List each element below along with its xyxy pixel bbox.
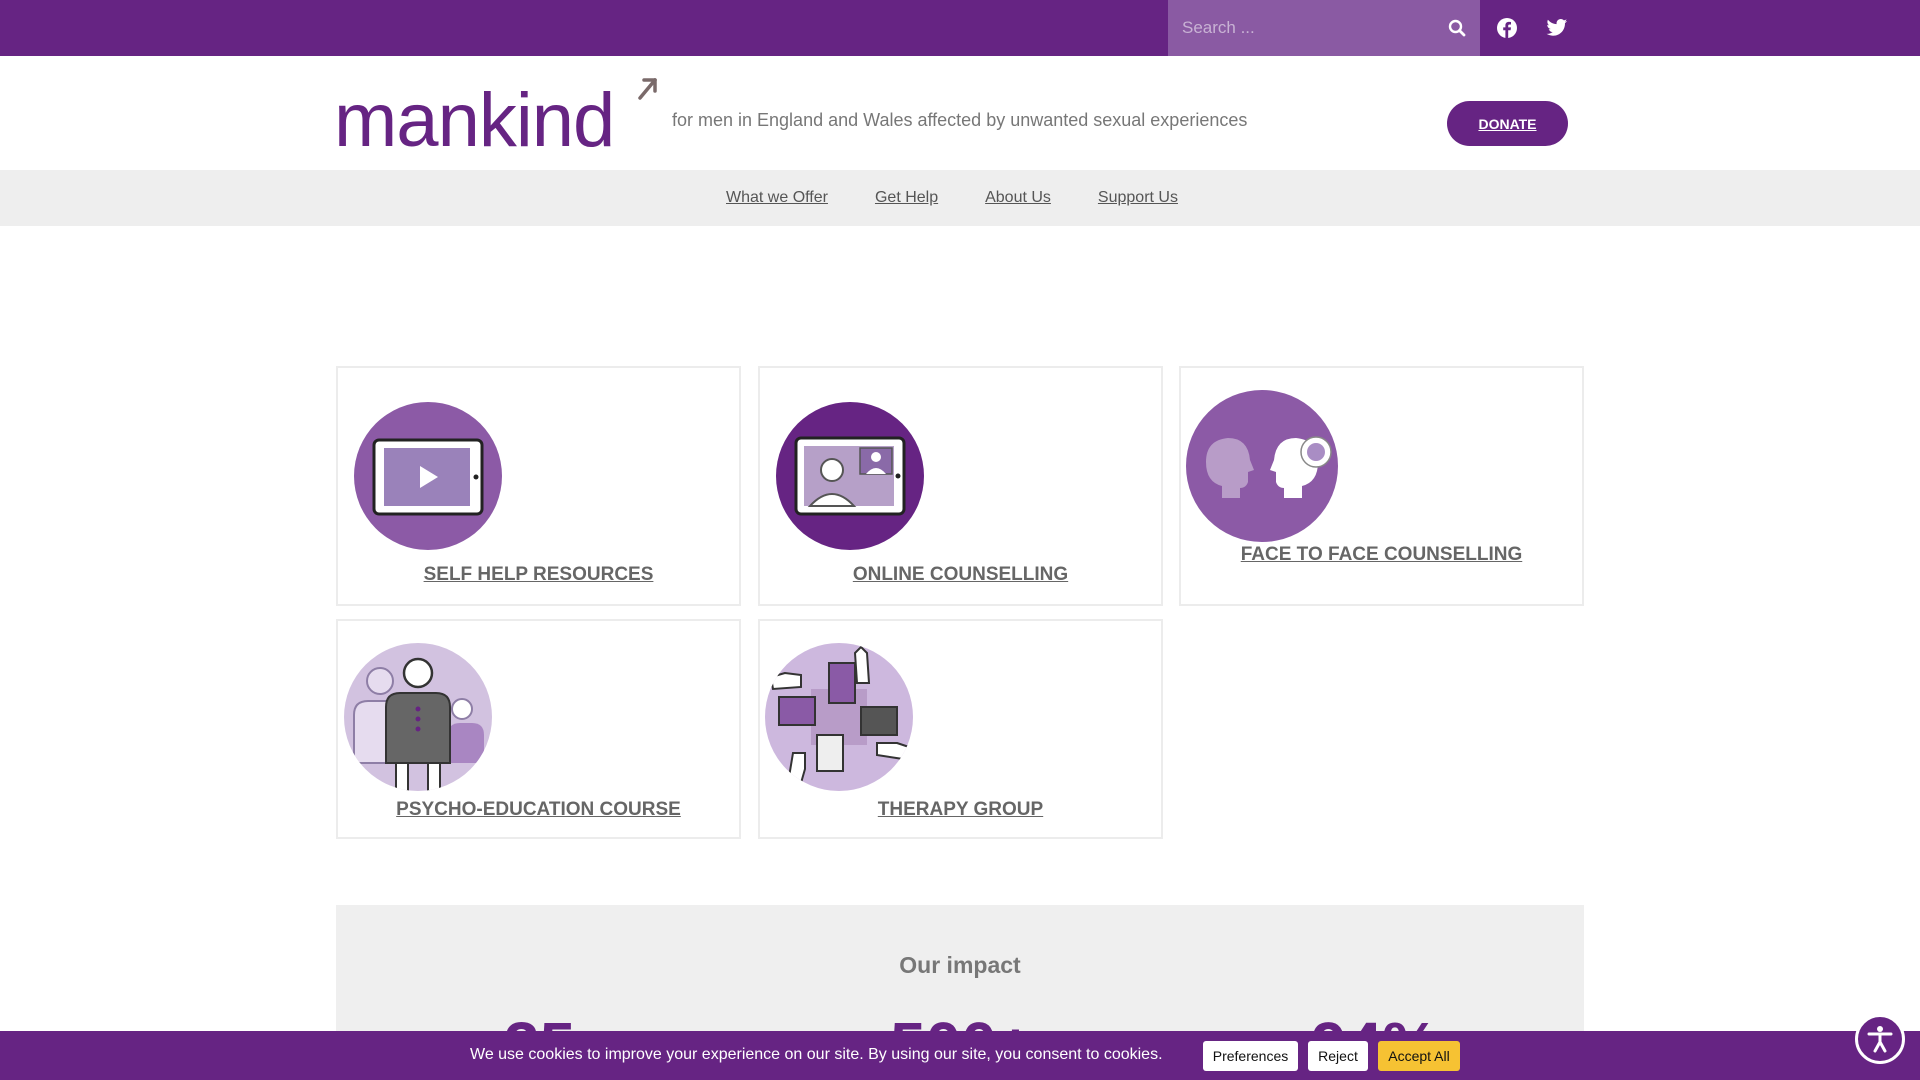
video-tablet-icon: [354, 402, 502, 550]
site-tagline: for men in England and Wales affected by…: [672, 110, 1248, 130]
nav-item-what-we-offer[interactable]: What we Offer: [726, 189, 828, 207]
search-icon: [1448, 19, 1466, 37]
service-card-self-help[interactable]: SELF HELP RESOURCES: [336, 366, 741, 606]
video-call-icon: [776, 402, 924, 550]
search-button[interactable]: [1434, 0, 1480, 56]
donate-button[interactable]: DONATE: [1447, 101, 1568, 146]
service-label: SELF HELP RESOURCES: [423, 564, 654, 585]
service-label: THERAPY GROUP: [877, 799, 1044, 820]
cookie-accept-button[interactable]: Accept All: [1378, 1041, 1460, 1071]
search-box: [1168, 0, 1480, 56]
nav-items: What we Offer Get Help About Us Support …: [726, 170, 1225, 226]
group-people-icon: [344, 643, 492, 791]
service-card-online-counselling[interactable]: ONLINE COUNSELLING: [758, 366, 1163, 606]
page: mankind for men in England and Wales aff…: [0, 0, 1920, 1080]
nav-item-about-us[interactable]: About Us: [985, 189, 1051, 207]
service-card-face-to-face[interactable]: FACE TO FACE COUNSELLING: [1179, 366, 1584, 606]
nav-item-support-us[interactable]: Support Us: [1098, 189, 1178, 207]
cookie-reject-button[interactable]: Reject: [1308, 1041, 1368, 1071]
main-nav: What we Offer Get Help About Us Support …: [0, 170, 1920, 226]
mankind-logo[interactable]: mankind: [334, 76, 660, 154]
facebook-link[interactable]: [1493, 14, 1521, 42]
twitter-link[interactable]: [1543, 14, 1571, 42]
service-label: PSYCHO-EDUCATION COURSE: [396, 799, 681, 820]
accessibility-button[interactable]: [1855, 1014, 1905, 1064]
service-label: FACE TO FACE COUNSELLING: [1240, 544, 1523, 565]
service-label: ONLINE COUNSELLING: [852, 564, 1069, 585]
twitter-icon: [1546, 19, 1568, 36]
site-header: mankind for men in England and Wales aff…: [0, 56, 1920, 170]
top-bar: [0, 0, 1920, 56]
cookie-preferences-button[interactable]: Preferences: [1203, 1041, 1298, 1071]
cookie-banner: We use cookies to improve your experienc…: [0, 1031, 1920, 1080]
service-card-psycho-education[interactable]: PSYCHO-EDUCATION COURSE: [336, 619, 741, 839]
impact-title: Our impact: [899, 952, 1021, 978]
nav-item-get-help[interactable]: Get Help: [875, 189, 938, 207]
svg-text:mankind: mankind: [334, 78, 614, 154]
linked-hands-icon: [765, 643, 913, 791]
accessibility-icon: [1867, 1026, 1893, 1053]
facebook-icon: [1497, 18, 1517, 38]
service-card-therapy-group[interactable]: THERAPY GROUP: [758, 619, 1163, 839]
two-heads-icon: [1186, 390, 1338, 542]
cookie-message: We use cookies to improve your experienc…: [470, 1046, 1163, 1063]
search-input[interactable]: [1168, 0, 1434, 56]
